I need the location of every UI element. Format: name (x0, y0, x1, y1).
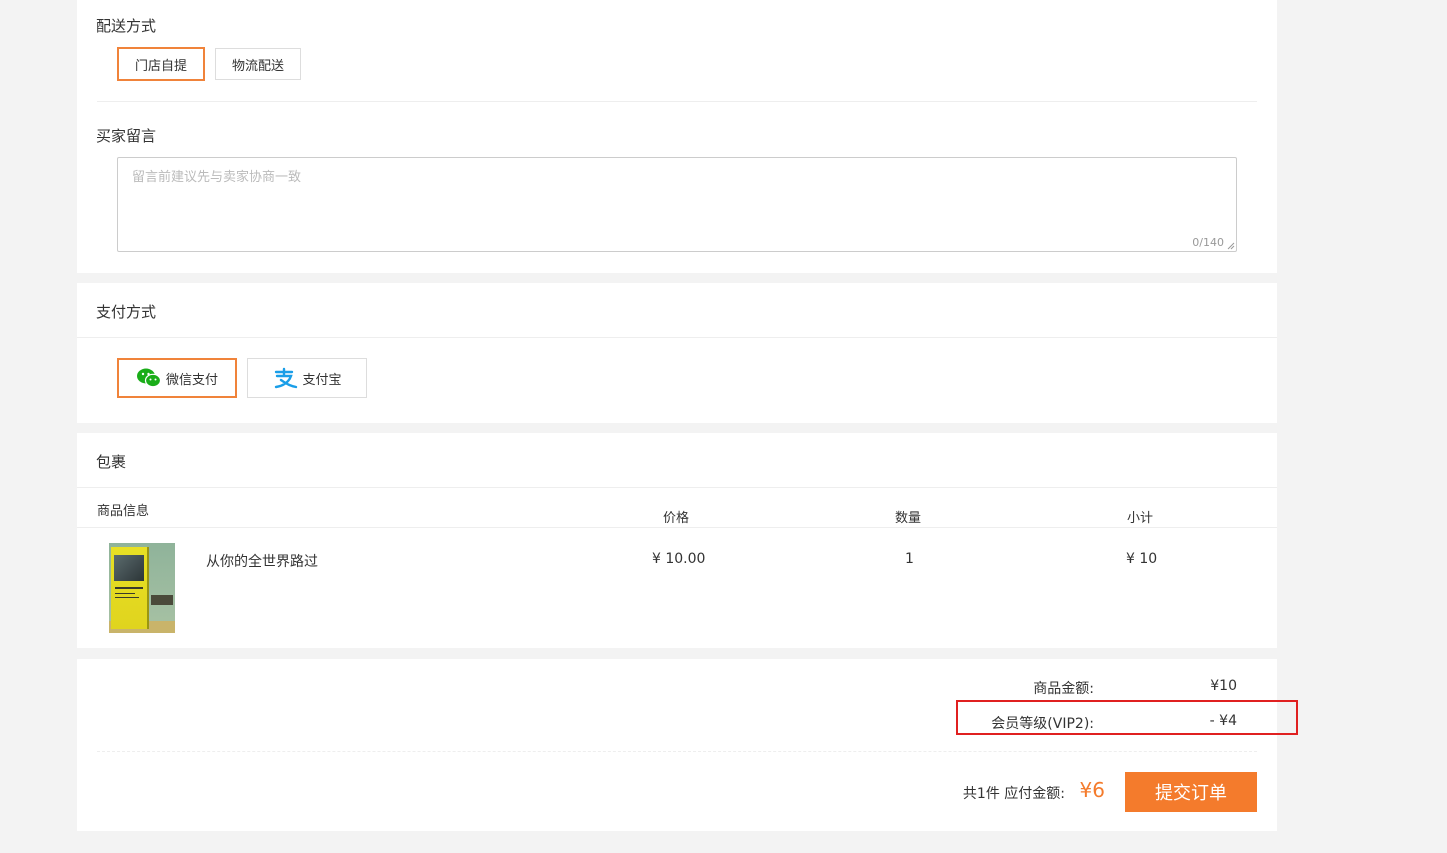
total-amount: ¥6 (1079, 778, 1105, 802)
payment-option-wechat-label: 微信支付 (165, 372, 218, 388)
goods-amount-label: 商品金额: (1033, 681, 1094, 697)
delivery-option-pickup[interactable]: 门店自提 (117, 47, 205, 81)
payment-option-wechat[interactable]: 微信支付 (117, 358, 237, 398)
delivery-option-pickup-label: 门店自提 (134, 58, 187, 74)
delivery-option-logistics[interactable]: 物流配送 (215, 48, 301, 80)
package-panel: 包裹 商品信息 价格 数量 小计 从你的全世界路过 ¥ 10.00 1 ¥ 10 (77, 433, 1277, 648)
product-subtotal: ¥ 10 (1126, 551, 1158, 567)
col-price: 价格 (663, 511, 690, 526)
message-box: 0/140 (117, 157, 1237, 252)
payment-title: 支付方式 (96, 303, 157, 321)
delivery-option-logistics-label: 物流配送 (231, 58, 284, 74)
goods-amount-value: ¥10 (1210, 678, 1237, 694)
vip-discount-highlight (956, 700, 1298, 735)
product-quantity: 1 (905, 551, 914, 567)
package-title: 包裹 (96, 453, 127, 471)
submit-order-button[interactable]: 提交订单 (1125, 772, 1257, 812)
product-name[interactable]: 从你的全世界路过 (206, 551, 318, 571)
package-divider (77, 487, 1277, 488)
wechat-pay-icon (136, 368, 162, 388)
alipay-icon (275, 367, 298, 389)
summary-panel: 商品金额: ¥10 会员等级(VIP2): - ¥4 共1件 应付金额: ¥6 … (77, 659, 1277, 831)
col-quantity: 数量 (895, 511, 922, 526)
product-thumbnail[interactable] (109, 543, 175, 633)
col-product-info: 商品信息 (97, 504, 150, 519)
summary-divider (97, 751, 1257, 752)
table-head-divider (77, 527, 1277, 528)
payment-panel: 支付方式 微信支付 支付宝 (77, 283, 1277, 423)
message-counter: 0/140 (1192, 236, 1224, 249)
delivery-divider (97, 101, 1257, 102)
col-subtotal: 小计 (1127, 511, 1154, 526)
payment-divider (77, 337, 1277, 338)
product-price: ¥ 10.00 (652, 551, 706, 567)
message-input[interactable] (118, 158, 1236, 251)
delivery-title: 配送方式 (96, 17, 157, 35)
payment-option-alipay-label: 支付宝 (302, 372, 342, 388)
delivery-message-panel: 配送方式 门店自提 物流配送 买家留言 0/140 (77, 0, 1277, 273)
total-prefix: 共1件 应付金额: (962, 786, 1065, 802)
resize-grip-icon[interactable] (1227, 242, 1235, 250)
payment-option-alipay[interactable]: 支付宝 (247, 358, 367, 398)
message-title: 买家留言 (96, 127, 157, 145)
